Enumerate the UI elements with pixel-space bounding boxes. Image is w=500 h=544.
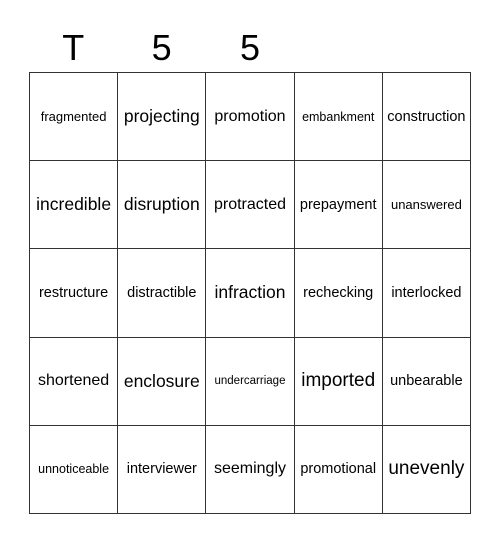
- bingo-cell[interactable]: distractible: [118, 249, 207, 338]
- bingo-cell[interactable]: rechecking: [294, 249, 383, 338]
- bingo-header: T 5 5: [29, 24, 471, 72]
- bingo-cell[interactable]: projecting: [118, 73, 207, 162]
- bingo-cell[interactable]: promotion: [206, 73, 295, 162]
- header-letter-4: [294, 24, 382, 72]
- bingo-cell[interactable]: unevenly: [382, 425, 471, 514]
- bingo-cell[interactable]: interlocked: [382, 249, 471, 338]
- header-letter-5: [383, 24, 471, 72]
- header-letter-3: 5: [239, 27, 260, 68]
- bingo-cell[interactable]: enclosure: [118, 337, 207, 426]
- bingo-cell[interactable]: seemingly: [206, 425, 295, 514]
- header-letter-2: 5: [151, 27, 172, 68]
- bingo-cell[interactable]: protracted: [206, 161, 295, 250]
- bingo-cell[interactable]: disruption: [118, 161, 207, 250]
- bingo-cell[interactable]: infraction: [206, 249, 295, 338]
- bingo-cell[interactable]: undercarriage: [206, 337, 295, 426]
- bingo-cell[interactable]: construction: [382, 73, 471, 162]
- bingo-cell[interactable]: unanswered: [382, 161, 471, 250]
- header-letter-1: T: [62, 27, 85, 68]
- bingo-card-grid: fragmented projecting promotion embankme…: [29, 72, 471, 514]
- bingo-cell[interactable]: imported: [294, 337, 383, 426]
- bingo-cell[interactable]: promotional: [294, 425, 383, 514]
- bingo-cell[interactable]: prepayment: [294, 161, 383, 250]
- bingo-cell[interactable]: restructure: [30, 249, 119, 338]
- bingo-cell[interactable]: incredible: [30, 161, 119, 250]
- bingo-cell[interactable]: interviewer: [118, 425, 207, 514]
- bingo-cell[interactable]: unnoticeable: [30, 425, 119, 514]
- bingo-cell[interactable]: unbearable: [382, 337, 471, 426]
- bingo-cell[interactable]: shortened: [30, 337, 119, 426]
- bingo-cell[interactable]: fragmented: [30, 73, 119, 162]
- bingo-cell[interactable]: embankment: [294, 73, 383, 162]
